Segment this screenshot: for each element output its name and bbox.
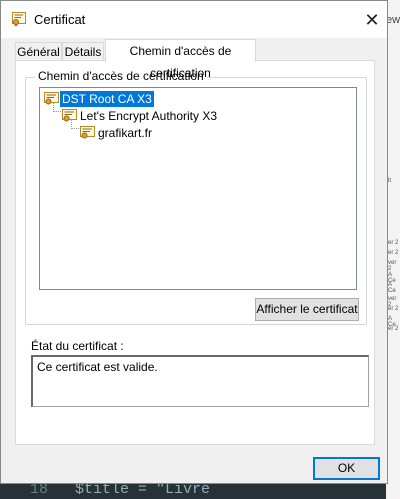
- background-top-right-text: ew: [386, 14, 400, 26]
- certificate-status-text: Ce certificat est valide.: [37, 360, 158, 374]
- background-text-line: er 2: [388, 250, 399, 256]
- close-button[interactable]: ✕: [357, 6, 387, 34]
- view-certificate-button[interactable]: Afficher le certificat: [255, 298, 359, 321]
- tree-node-intermediate[interactable]: Let's Encrypt Authority X3: [62, 107, 219, 123]
- background-right-column: lt er 2 er 2 ver 2 A Ce A Ce ver 2 er 2 …: [388, 100, 400, 390]
- background-text-line: er 2: [388, 326, 399, 332]
- tab-general[interactable]: Général: [15, 42, 62, 61]
- certificate-icon: [80, 125, 96, 140]
- background-text-line: ver 2: [388, 260, 397, 272]
- background-text-line: er 2: [388, 240, 399, 246]
- dialog-title: Certificat: [34, 12, 86, 27]
- certificate-icon: [62, 108, 78, 123]
- close-icon: ✕: [364, 10, 380, 30]
- tree-node-label: Let's Encrypt Authority X3: [80, 108, 218, 123]
- background-text-line: A Ce: [388, 282, 396, 294]
- background-text-line: er 2: [388, 306, 399, 312]
- certificate-icon: [12, 11, 26, 27]
- tree-node-root[interactable]: DST Root CA X3: [44, 89, 155, 108]
- tree-node-label: DST Root CA X3: [59, 89, 155, 108]
- ok-button[interactable]: OK: [313, 457, 380, 480]
- tree-connector: [71, 128, 79, 129]
- certificate-status-field[interactable]: Ce certificat est valide.: [31, 355, 369, 407]
- tab-certification-path[interactable]: Chemin d'accès de certification: [105, 39, 256, 80]
- certification-path-tree[interactable]: DST Root CA X3 Let's Encrypt Authority X…: [39, 87, 357, 290]
- certificate-icon: [44, 91, 60, 106]
- title-bar[interactable]: Certificat ✕: [1, 1, 387, 38]
- certificate-status-label: État du certificat :: [31, 339, 124, 353]
- tab-details[interactable]: Détails: [62, 42, 104, 61]
- background-text-line: lt: [388, 178, 391, 184]
- tree-connector: [53, 111, 61, 112]
- tree-node-leaf[interactable]: grafikart.fr: [80, 124, 154, 140]
- tree-node-label: grafikart.fr: [98, 125, 153, 140]
- certificate-dialog: Certificat ✕ Général Détails Chemin d'ac…: [0, 0, 388, 484]
